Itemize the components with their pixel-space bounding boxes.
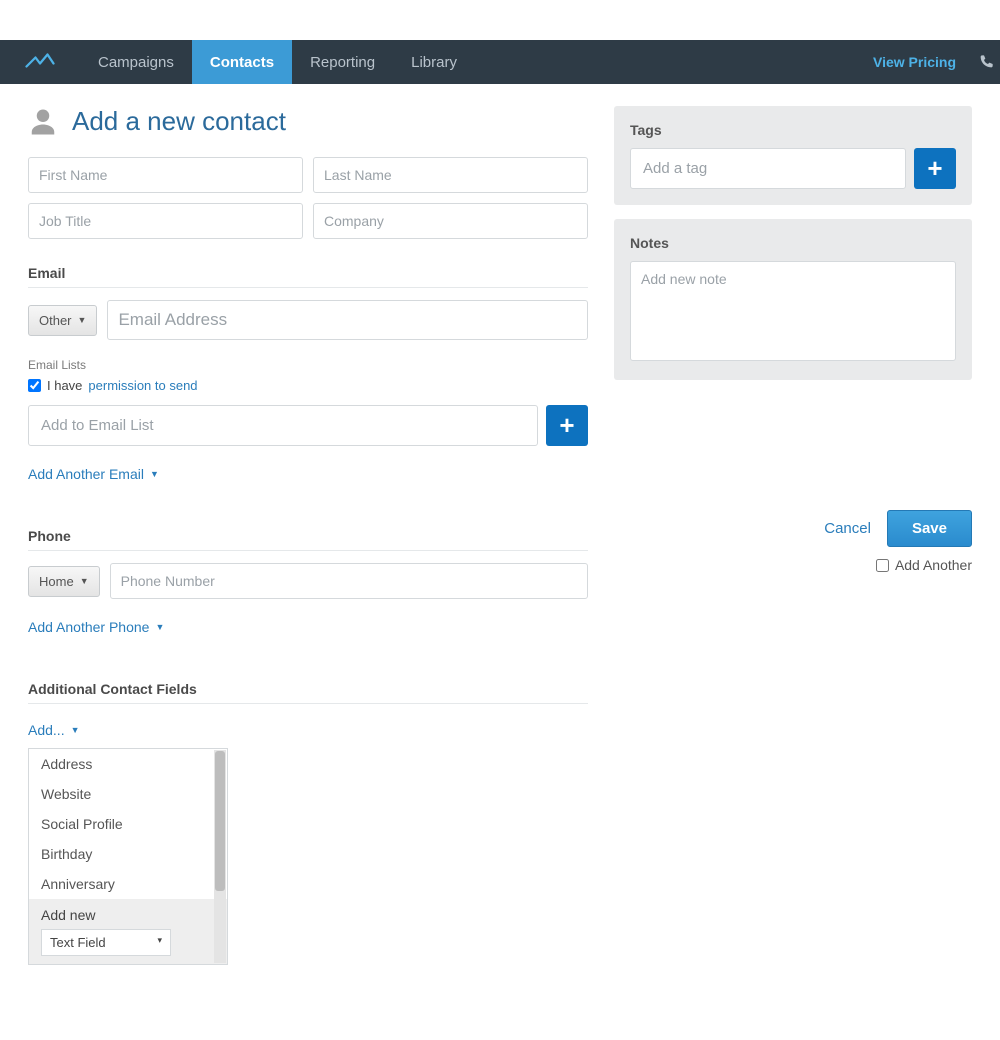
field-option-anniversary[interactable]: Anniversary [29, 869, 227, 899]
field-option-website[interactable]: Website [29, 779, 227, 809]
caret-down-icon: ▼ [150, 469, 159, 479]
phone-icon[interactable] [978, 40, 1000, 84]
phone-number-field[interactable] [110, 563, 588, 599]
page-title: Add a new contact [28, 106, 588, 137]
cancel-button[interactable]: Cancel [824, 520, 871, 537]
tags-label: Tags [630, 122, 956, 138]
notes-label: Notes [630, 235, 956, 251]
view-pricing-link[interactable]: View Pricing [851, 40, 978, 84]
additional-fields-dropdown: Address Website Social Profile Birthday … [28, 748, 228, 965]
first-name-field[interactable] [28, 157, 303, 193]
add-tag-field[interactable] [630, 148, 906, 189]
email-lists-label: Email Lists [28, 358, 588, 372]
plus-icon: + [559, 410, 574, 441]
new-field-type-select[interactable]: Text Field▾ [41, 929, 171, 956]
add-tag-button[interactable]: + [914, 148, 956, 189]
add-field-link[interactable]: Add...▼ [28, 722, 80, 738]
add-another-phone-link[interactable]: Add Another Phone▼ [28, 619, 164, 635]
add-another-label: Add Another [895, 557, 972, 573]
field-option-birthday[interactable]: Birthday [29, 839, 227, 869]
notes-panel: Notes [614, 219, 972, 380]
additional-fields-label: Additional Contact Fields [28, 681, 588, 697]
add-email-list-field[interactable] [28, 405, 538, 446]
email-address-field[interactable] [107, 300, 588, 340]
email-section-label: Email [28, 265, 588, 281]
phone-section-label: Phone [28, 528, 588, 544]
add-new-label: Add new [41, 907, 215, 923]
nav-library[interactable]: Library [393, 40, 475, 84]
plus-icon: + [927, 153, 942, 184]
person-icon [28, 107, 58, 137]
last-name-field[interactable] [313, 157, 588, 193]
caret-down-icon: ▼ [78, 315, 87, 325]
nav-campaigns[interactable]: Campaigns [80, 40, 192, 84]
phone-type-select[interactable]: Home▼ [28, 566, 100, 597]
save-button[interactable]: Save [887, 510, 972, 547]
dropdown-scrollbar[interactable] [214, 750, 226, 963]
company-field[interactable] [313, 203, 588, 239]
tags-panel: Tags + [614, 106, 972, 205]
nav-contacts[interactable]: Contacts [192, 40, 292, 84]
email-type-select[interactable]: Other▼ [28, 305, 97, 336]
page-title-text: Add a new contact [72, 106, 286, 137]
permission-text: I have [47, 378, 82, 393]
add-email-list-button[interactable]: + [546, 405, 588, 446]
job-title-field[interactable] [28, 203, 303, 239]
nav-reporting[interactable]: Reporting [292, 40, 393, 84]
caret-down-icon: ▼ [155, 622, 164, 632]
main-nav: Campaigns Contacts Reporting Library [80, 40, 475, 84]
permission-link[interactable]: permission to send [88, 378, 197, 393]
add-new-field-row: Add new Text Field▾ [29, 899, 227, 964]
top-nav-bar: Campaigns Contacts Reporting Library Vie… [0, 40, 1000, 84]
notes-field[interactable] [630, 261, 956, 361]
caret-down-icon: ▾ [157, 935, 162, 950]
permission-checkbox[interactable] [28, 379, 41, 392]
caret-down-icon: ▼ [80, 576, 89, 586]
add-another-checkbox[interactable] [876, 559, 889, 572]
form-actions: Cancel Save Add Another [614, 510, 972, 573]
brand-logo[interactable] [0, 40, 80, 84]
field-option-address[interactable]: Address [29, 749, 227, 779]
add-another-email-link[interactable]: Add Another Email▼ [28, 466, 159, 482]
field-option-social[interactable]: Social Profile [29, 809, 227, 839]
caret-down-icon: ▼ [71, 725, 80, 735]
